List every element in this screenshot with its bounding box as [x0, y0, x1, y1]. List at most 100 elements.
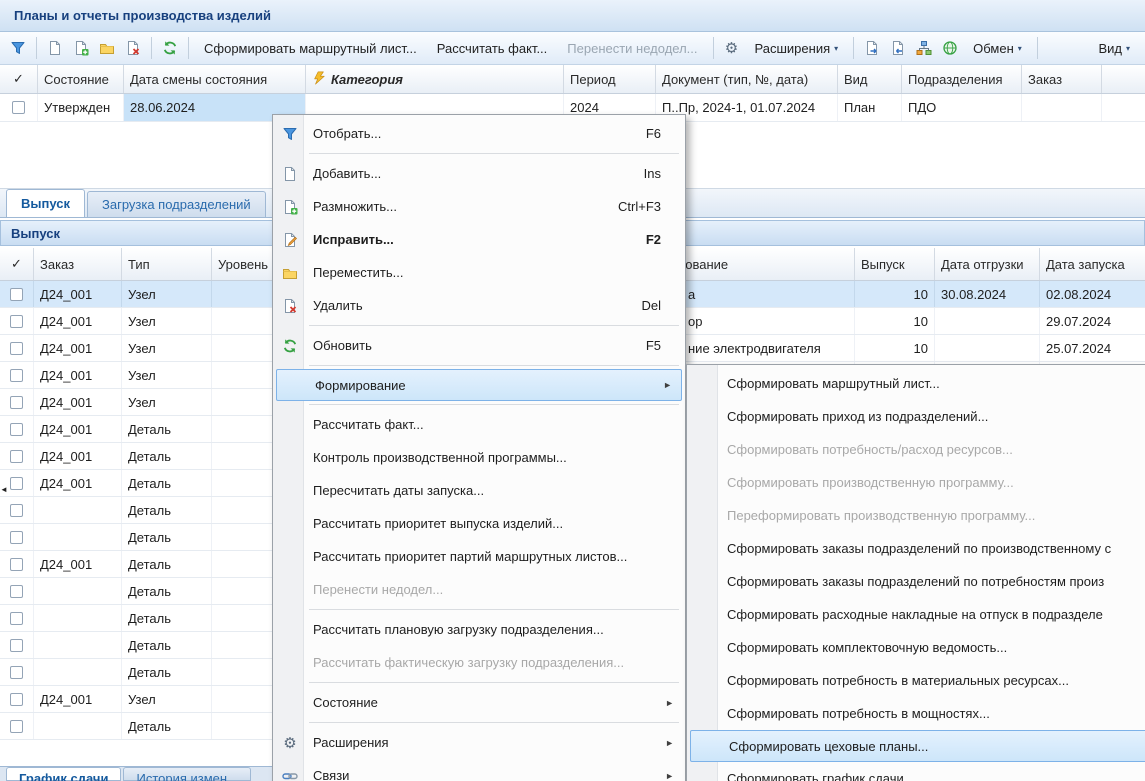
menu-item-priority-batches[interactable]: Рассчитать приоритет партий маршрутных л… — [275, 540, 683, 573]
col-state[interactable]: Состояние — [38, 65, 124, 93]
refresh-icon[interactable] — [158, 36, 182, 60]
row-checkbox[interactable] — [10, 666, 23, 679]
row-checkbox[interactable] — [10, 342, 23, 355]
submenu-item-shop-plans[interactable]: Сформировать цеховые планы... — [690, 730, 1145, 762]
row-checkbox[interactable] — [10, 585, 23, 598]
menu-item-formation[interactable]: Формирование► — [276, 369, 682, 401]
cell-check[interactable] — [0, 605, 34, 631]
col-output[interactable]: Выпуск — [855, 248, 935, 280]
menu-item-calc-planned-load[interactable]: Рассчитать плановую загрузку подразделен… — [275, 613, 683, 646]
cell-check[interactable] — [0, 281, 34, 307]
cell-check[interactable] — [0, 524, 34, 550]
menu-item-add[interactable]: Добавить...Ins — [275, 157, 683, 190]
menu-item-priority-output[interactable]: Рассчитать приоритет выпуска изделий... — [275, 507, 683, 540]
menu-item-calc-fact[interactable]: Рассчитать факт... — [275, 408, 683, 441]
exchange-button[interactable]: Обмен▾ — [964, 37, 1031, 60]
row-checkbox[interactable] — [10, 477, 23, 490]
row-checkbox[interactable] — [10, 693, 23, 706]
view-button[interactable]: Вид▾ — [1089, 37, 1139, 60]
row-checkbox[interactable] — [10, 639, 23, 652]
cell-check[interactable] — [0, 416, 34, 442]
submenu-item-capacity-demand[interactable]: Сформировать потребность в мощностях... — [689, 697, 1145, 730]
row-checkbox[interactable] — [10, 531, 23, 544]
menu-item-duplicate[interactable]: Размножить...Ctrl+F3 — [275, 190, 683, 223]
col-category[interactable]: Категория — [306, 65, 564, 93]
col-order[interactable]: Заказ — [34, 248, 122, 280]
submenu-item-receipt-from-divisions[interactable]: Сформировать приход из подразделений... — [689, 400, 1145, 433]
menu-item-edit[interactable]: Исправить...F2 — [275, 223, 683, 256]
row-checkbox[interactable] — [10, 720, 23, 733]
cell-launch-date: 25.07.2024 — [1040, 335, 1145, 361]
menu-item-control-program[interactable]: Контроль производственной программы... — [275, 441, 683, 474]
col-document[interactable]: Документ (тип, №, дата) — [656, 65, 838, 93]
tab-istoriya-izmeneniy[interactable]: История измен... — [123, 767, 250, 781]
col-order[interactable]: Заказ — [1022, 65, 1102, 93]
menu-item-delete[interactable]: УдалитьDel — [275, 289, 683, 322]
col-check[interactable]: ✓ — [0, 248, 34, 280]
delete-document-icon[interactable] — [121, 36, 145, 60]
col-kind[interactable]: Вид — [838, 65, 902, 93]
row-checkbox[interactable] — [10, 612, 23, 625]
move-to-folder-icon[interactable] — [95, 36, 119, 60]
tab-zagruzka-podrazdeleniy[interactable]: Загрузка подразделений — [87, 191, 266, 217]
splitter-collapse-arrow[interactable]: ◄ — [0, 480, 8, 498]
copy-document-icon[interactable] — [69, 36, 93, 60]
menu-item-refresh[interactable]: ОбновитьF5 — [275, 329, 683, 362]
menu-item-state[interactable]: Состояние► — [275, 686, 683, 719]
row-checkbox[interactable] — [10, 423, 23, 436]
menu-item-links[interactable]: Связи► — [275, 759, 683, 781]
tab-grafik-sdachi[interactable]: График сдачи — [6, 767, 121, 781]
col-ship-date[interactable]: Дата отгрузки — [935, 248, 1040, 280]
extensions-gear-icon[interactable]: ⚙ — [720, 36, 744, 60]
row-checkbox[interactable] — [10, 315, 23, 328]
col-period[interactable]: Период — [564, 65, 656, 93]
submenu-item-material-demand[interactable]: Сформировать потребность в материальных … — [689, 664, 1145, 697]
row-checkbox[interactable] — [10, 450, 23, 463]
cell-check[interactable] — [0, 713, 34, 739]
import-document-icon[interactable] — [886, 36, 910, 60]
cell-check[interactable] — [0, 551, 34, 577]
col-state-date[interactable]: Дата смены состояния — [124, 65, 306, 93]
menu-item-extensions[interactable]: ⚙Расширения► — [275, 726, 683, 759]
col-launch-date[interactable]: Дата запуска — [1040, 248, 1145, 280]
export-document-icon[interactable] — [860, 36, 884, 60]
row-checkbox[interactable] — [12, 101, 25, 114]
cell-check[interactable] — [0, 335, 34, 361]
extensions-button[interactable]: Расширения▾ — [746, 37, 848, 60]
cell-check[interactable] — [0, 578, 34, 604]
toolbar-separator — [151, 37, 152, 59]
menu-item-recalc-launch-dates[interactable]: Пересчитать даты запуска... — [275, 474, 683, 507]
cell-check[interactable] — [0, 389, 34, 415]
format-route-sheet-button[interactable]: Сформировать маршрутный лист... — [195, 37, 426, 60]
calc-fact-button[interactable]: Рассчитать факт... — [428, 37, 557, 60]
tab-vypusk[interactable]: Выпуск — [6, 189, 85, 217]
row-checkbox[interactable] — [10, 504, 23, 517]
row-checkbox[interactable] — [10, 288, 23, 301]
col-check[interactable]: ✓ — [0, 65, 38, 93]
submenu-item-route-sheet[interactable]: Сформировать маршрутный лист... — [689, 367, 1145, 400]
new-document-icon[interactable] — [43, 36, 67, 60]
cell-check[interactable] — [0, 497, 34, 523]
menu-item-filter[interactable]: Отобрать...F6 — [275, 117, 683, 150]
row-checkbox[interactable] — [10, 369, 23, 382]
cell-check[interactable] — [0, 94, 38, 121]
submenu-item-picking-list[interactable]: Сформировать комплектовочную ведомость..… — [689, 631, 1145, 664]
menu-item-move[interactable]: Переместить... — [275, 256, 683, 289]
row-checkbox[interactable] — [10, 558, 23, 571]
submenu-item-division-orders-by-schedule[interactable]: Сформировать заказы подразделений по про… — [689, 532, 1145, 565]
submenu-item-division-orders-by-needs[interactable]: Сформировать заказы подразделений по пот… — [689, 565, 1145, 598]
submenu-item-delivery-schedule[interactable]: Сформировать график сдачи... — [689, 762, 1145, 781]
cell-check[interactable] — [0, 443, 34, 469]
filter-icon[interactable] — [6, 36, 30, 60]
cell-check[interactable] — [0, 362, 34, 388]
row-checkbox[interactable] — [10, 396, 23, 409]
cell-check[interactable] — [0, 632, 34, 658]
cell-check[interactable] — [0, 686, 34, 712]
hierarchy-icon[interactable] — [912, 36, 936, 60]
cell-check[interactable] — [0, 659, 34, 685]
col-divisions[interactable]: Подразделения — [902, 65, 1022, 93]
cell-check[interactable] — [0, 308, 34, 334]
col-type[interactable]: Тип — [122, 248, 212, 280]
submenu-item-issue-notes[interactable]: Сформировать расходные накладные на отпу… — [689, 598, 1145, 631]
exchange-globe-icon[interactable] — [938, 36, 962, 60]
